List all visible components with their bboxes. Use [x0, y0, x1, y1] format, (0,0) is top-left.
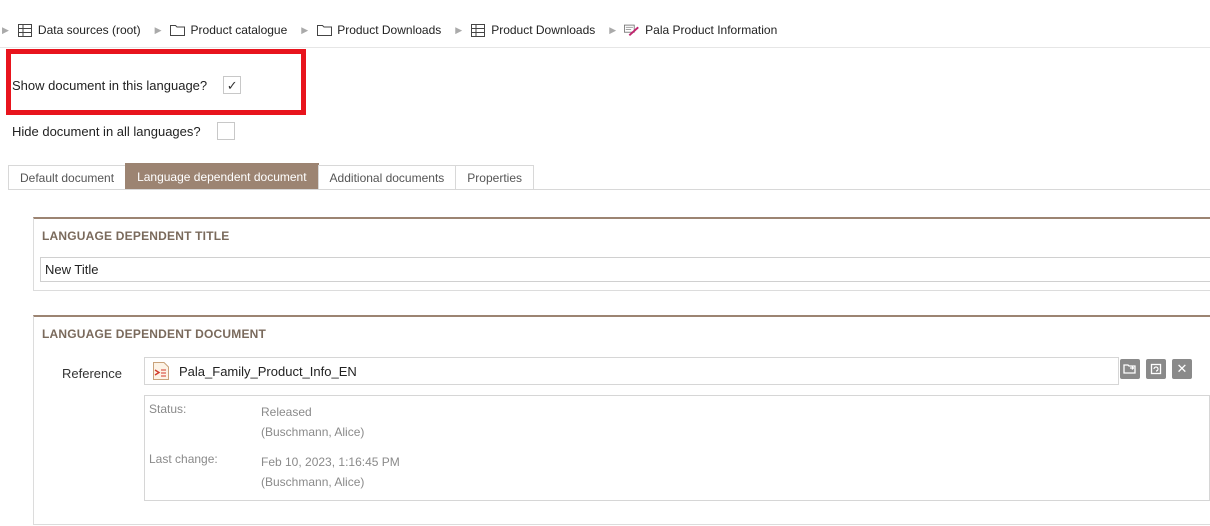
- breadcrumb-label: Product catalogue: [190, 23, 288, 37]
- breadcrumb-label: Product Downloads: [491, 23, 596, 37]
- breadcrumb-arrow-icon: ▶: [609, 24, 617, 35]
- breadcrumb-arrow-icon: ▶: [2, 24, 9, 35]
- breadcrumb-item-product-downloads-table[interactable]: ▶ Product Downloads: [451, 12, 605, 48]
- breadcrumb-item-data-sources[interactable]: ▶ Data sources (root): [0, 12, 151, 48]
- breadcrumb-arrow-icon: ▶: [154, 24, 162, 35]
- last-change-label: Last change:: [149, 452, 218, 466]
- breadcrumb-label: Data sources (root): [37, 23, 141, 37]
- replace-icon[interactable]: [1146, 359, 1166, 379]
- reference-actions: ✕: [1120, 359, 1192, 379]
- status-user: (Buschmann, Alice): [261, 425, 365, 439]
- header-divider: [0, 47, 1210, 48]
- breadcrumb-arrow-icon: ▶: [455, 24, 463, 35]
- show-document-label: Show document in this language?: [12, 77, 208, 93]
- panel-heading: LANGUAGE DEPENDENT DOCUMENT: [42, 327, 267, 341]
- breadcrumb: ▶ Data sources (root) ▶ Product catalogu…: [0, 12, 1210, 48]
- folder-icon: [316, 23, 332, 37]
- remove-icon[interactable]: ✕: [1172, 359, 1192, 379]
- tab-properties[interactable]: Properties: [455, 165, 534, 189]
- document-info: Status: Released (Buschmann, Alice) Last…: [144, 395, 1210, 501]
- status-label: Status:: [149, 402, 187, 416]
- status-row: Status: Released (Buschmann, Alice): [149, 402, 364, 442]
- table-icon: [470, 23, 486, 37]
- show-document-checkbox[interactable]: ✓: [223, 76, 242, 94]
- panel-heading: LANGUAGE DEPENDENT TITLE: [42, 229, 230, 243]
- tab-bar: Default document Language dependent docu…: [8, 163, 534, 189]
- reference-field[interactable]: Pala_Family_Product_Info_EN: [144, 357, 1119, 385]
- breadcrumb-label: Product Downloads: [337, 23, 442, 37]
- tab-language-dependent-document[interactable]: Language dependent document: [125, 163, 319, 189]
- breadcrumb-label: Pala Product Information: [645, 23, 778, 37]
- last-change-row: Last change: Feb 10, 2023, 1:16:45 PM (B…: [149, 452, 400, 492]
- edit-document-icon: [624, 23, 640, 37]
- show-document-option: Show document in this language? ✓: [12, 76, 242, 94]
- language-dependent-document-panel: LANGUAGE DEPENDENT DOCUMENT Reference Pa…: [33, 315, 1210, 525]
- breadcrumb-item-pala-product-information[interactable]: ▶ Pala Product Information: [605, 12, 787, 48]
- table-icon: [17, 23, 33, 37]
- folder-icon: [170, 23, 186, 37]
- reference-label: Reference: [62, 366, 122, 381]
- tab-additional-documents[interactable]: Additional documents: [317, 165, 457, 189]
- open-icon[interactable]: [1120, 359, 1140, 379]
- language-dependent-title-panel: LANGUAGE DEPENDENT TITLE New Title: [33, 217, 1210, 291]
- hide-document-option: Hide document in all languages?: [12, 122, 235, 140]
- file-icon: [151, 361, 171, 381]
- last-change-value: Feb 10, 2023, 1:16:45 PM: [261, 455, 400, 469]
- breadcrumb-item-product-catalogue[interactable]: ▶ Product catalogue: [151, 12, 298, 48]
- title-input[interactable]: New Title: [40, 257, 1210, 282]
- breadcrumb-arrow-icon: ▶: [301, 24, 309, 35]
- last-change-user: (Buschmann, Alice): [261, 475, 365, 489]
- hide-document-checkbox[interactable]: [216, 122, 235, 140]
- reference-filename: Pala_Family_Product_Info_EN: [179, 363, 357, 379]
- hide-document-label: Hide document in all languages?: [12, 123, 201, 139]
- status-value: Released: [261, 405, 312, 419]
- tab-divider: [8, 189, 1210, 190]
- tab-default-document[interactable]: Default document: [8, 165, 127, 189]
- breadcrumb-item-product-downloads-folder[interactable]: ▶ Product Downloads: [297, 12, 451, 48]
